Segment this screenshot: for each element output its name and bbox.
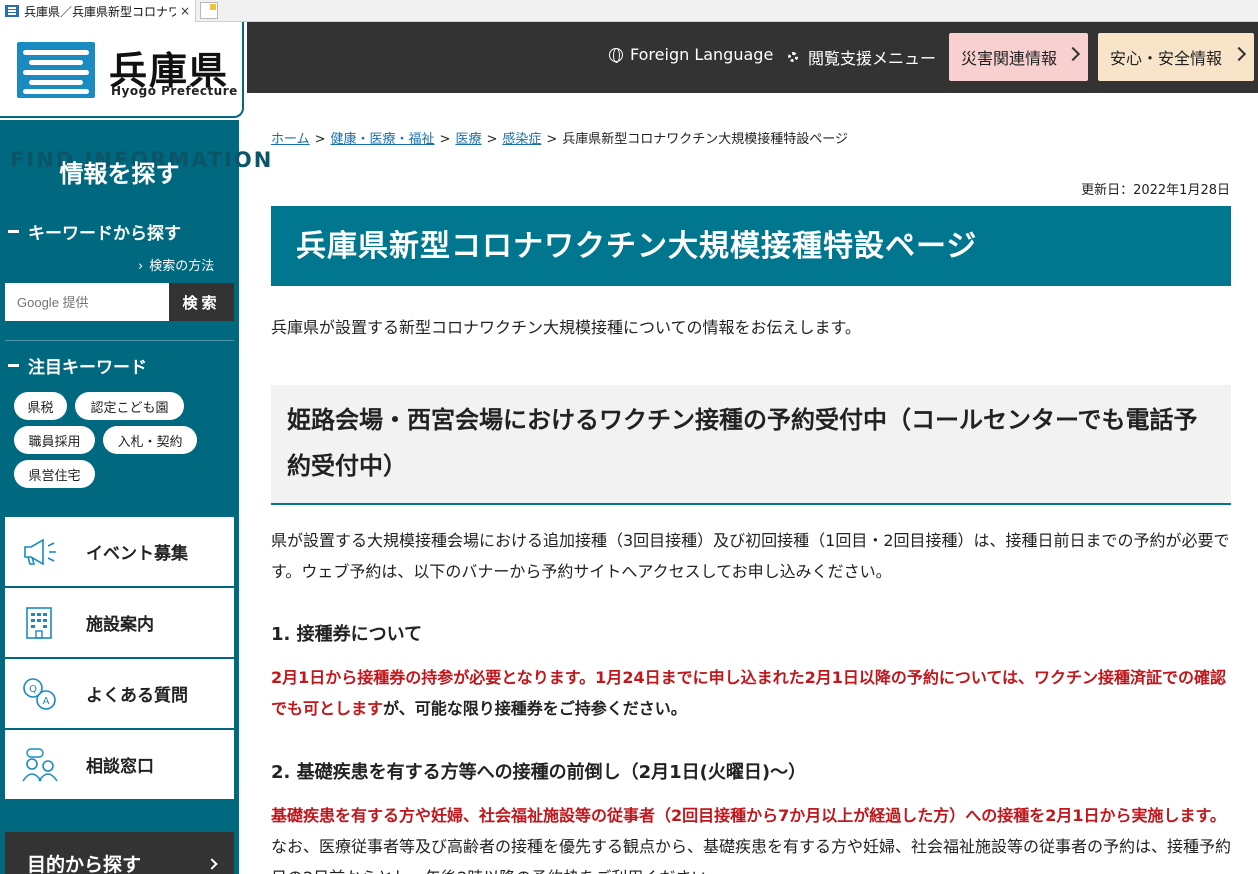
- disaster-info-button[interactable]: 災害関連情報: [949, 33, 1088, 81]
- megaphone-icon: [24, 538, 56, 566]
- svg-text:A: A: [43, 696, 50, 707]
- sidebar-item-label: 施設案内: [86, 615, 154, 635]
- breadcrumb-separator: >: [546, 132, 558, 147]
- sidebar: FIND INFORMATION 情報を探す キーワードから探す 検索の方法 検…: [0, 120, 271, 874]
- disaster-info-label: 災害関連情報: [961, 49, 1058, 68]
- prefecture-emblem-icon: [17, 42, 95, 98]
- sidebar-item-label: よくある質問: [86, 686, 188, 706]
- foreign-language-label: Foreign Language: [630, 45, 774, 64]
- page-title-banner: 兵庫県新型コロナワクチン大規模接種特設ページ: [271, 206, 1231, 286]
- ticket-paragraph: 2月1日から接種券の持参が必要となります。1月24日までに申し込まれた2月1日以…: [271, 662, 1231, 724]
- safety-info-button[interactable]: 安心・安全情報: [1098, 33, 1254, 81]
- sidebar-item-faq[interactable]: Q A よくある質問: [5, 659, 234, 729]
- breadcrumb-link-home[interactable]: ホーム: [271, 132, 310, 147]
- subheading-ticket: 1. 接種券について: [271, 624, 423, 645]
- browser-tab[interactable]: 兵庫県／兵庫県新型コロナワ... ×: [0, 0, 196, 22]
- consultation-icon: [22, 748, 58, 782]
- gear-icon: [786, 50, 800, 64]
- safety-info-label: 安心・安全情報: [1110, 49, 1223, 68]
- breadcrumb-current: 兵庫県新型コロナワクチン大規模接種特設ページ: [562, 132, 849, 147]
- browser-tab-bar: 兵庫県／兵庫県新型コロナワ... ×: [0, 0, 1258, 22]
- sidebar-item-label: 相談窓口: [86, 757, 154, 777]
- accessibility-menu-label: 閲覧支援メニュー: [808, 49, 937, 68]
- site-logo[interactable]: 兵庫県 Hyogo Prefecture: [0, 22, 244, 118]
- favicon-icon: [5, 5, 19, 17]
- sidebar-item-facilities[interactable]: 施設案内: [5, 588, 234, 658]
- section-heading-box: 姫路会場・西宮会場におけるワクチン接種の予約受付中（コールセンターでも電話予約受…: [271, 385, 1231, 505]
- conditions-notice-rest: なお、医療従事者等及び高齢者の接種を優先する観点から、基礎疾患を有する方や妊婦、…: [271, 837, 1232, 874]
- section-heading: 姫路会場・西宮会場におけるワクチン接種の予約受付中（コールセンターでも電話予約受…: [287, 406, 1198, 480]
- keyword-chip[interactable]: 入札・契約: [103, 426, 197, 454]
- breadcrumb-separator: >: [439, 132, 451, 147]
- foreign-language-link[interactable]: Foreign Language: [609, 45, 773, 64]
- updated-date: 更新日：2022年1月28日: [1081, 183, 1230, 198]
- qa-icon: Q A: [23, 678, 56, 710]
- building-icon: [26, 607, 52, 639]
- breadcrumb-link-health[interactable]: 健康・医療・福祉: [331, 132, 435, 147]
- keyword-search-heading: キーワードから探す: [8, 219, 181, 244]
- sidebar-menu: イベント募集 施設案内 Q A よくある質問 相談窓口: [5, 517, 234, 801]
- intro-text: 兵庫県が設置する新型コロナワクチン大規模接種についての情報をお伝えします。: [271, 318, 861, 337]
- breadcrumb: ホーム > 健康・医療・福祉 > 医療 > 感染症 > 兵庫県新型コロナワクチン大規模接種特設ペ…: [271, 128, 848, 147]
- sidebar-item-label: イベント募集: [86, 544, 188, 564]
- breadcrumb-link-medical[interactable]: 医療: [455, 132, 481, 147]
- keyword-chip[interactable]: 職員採用: [14, 426, 95, 454]
- browser-tab-title: 兵庫県／兵庫県新型コロナワ...: [24, 4, 176, 19]
- keyword-chip[interactable]: 県営住宅: [14, 460, 95, 488]
- search-input[interactable]: [5, 283, 169, 321]
- search-by-purpose-button[interactable]: 目的から探す: [5, 832, 234, 874]
- sidebar-item-consultation[interactable]: 相談窓口: [5, 730, 234, 800]
- keyword-chip[interactable]: 認定こども園: [75, 392, 184, 420]
- globe-icon: [609, 47, 623, 63]
- featured-keywords-heading: 注目キーワード: [8, 353, 147, 378]
- subheading-underlying-conditions: 2. 基礎疾患を有する方等への接種の前倒し（2月1日(火曜日)～）: [271, 762, 807, 783]
- accessibility-menu-link[interactable]: 閲覧支援メニュー: [786, 45, 936, 69]
- conditions-notice-red: 基礎疾患を有する方や妊婦、社会福祉施設等の従事者（2回目接種から7か月以上が経過…: [271, 806, 1226, 825]
- breadcrumb-separator: >: [314, 132, 326, 147]
- chevron-right-icon: [1065, 46, 1081, 62]
- sidebar-divider: [5, 340, 234, 341]
- breadcrumb-link-infectious[interactable]: 感染症: [502, 132, 541, 147]
- search-button[interactable]: 検索: [169, 283, 234, 321]
- chevron-right-icon: [206, 858, 218, 870]
- ticket-notice-rest: が、可能な限り接種券をご持参ください。: [383, 699, 687, 718]
- breadcrumb-separator: >: [486, 132, 498, 147]
- search-by-purpose-label: 目的から探す: [27, 854, 142, 874]
- close-tab-icon[interactable]: ×: [180, 4, 190, 18]
- sidebar-title: 情報を探す: [59, 160, 180, 188]
- reservation-paragraph: 県が設置する大規模接種会場における追加接種（3回目接種）及び初回接種（1回目・2…: [271, 531, 1230, 581]
- underlying-conditions-paragraph: 基礎疾患を有する方や妊婦、社会福祉施設等の従事者（2回目接種から7か月以上が経過…: [271, 800, 1231, 874]
- keyword-chip[interactable]: 県税: [14, 392, 67, 420]
- logo-text-en: Hyogo Prefecture: [111, 84, 238, 98]
- search-help-link[interactable]: 検索の方法: [138, 255, 214, 274]
- page-title: 兵庫県新型コロナワクチン大規模接種特設ページ: [296, 229, 978, 264]
- svg-text:Q: Q: [29, 684, 37, 695]
- new-tab-button[interactable]: [200, 2, 218, 19]
- sidebar-item-events[interactable]: イベント募集: [5, 517, 234, 587]
- chevron-right-icon: [1231, 46, 1247, 62]
